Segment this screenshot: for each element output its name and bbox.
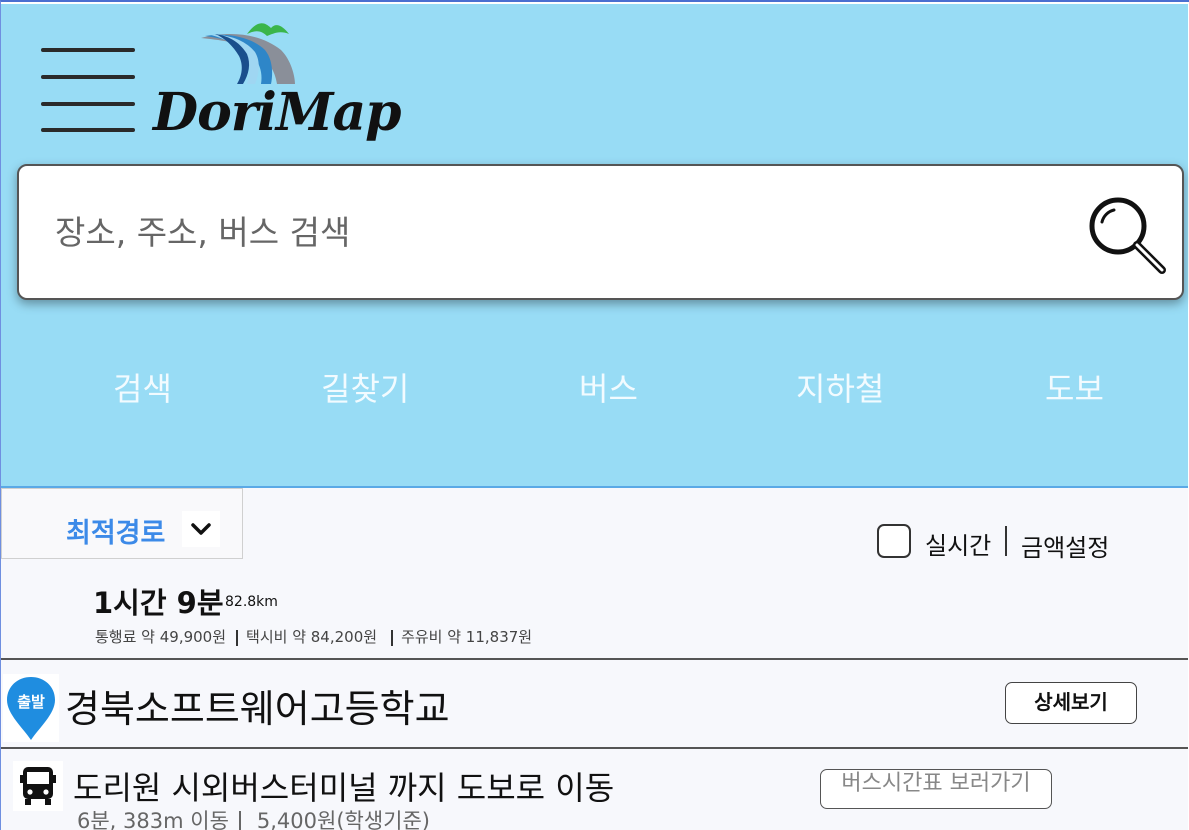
route-duration: 1시간 9분	[93, 586, 224, 620]
step-price: 5,400원(학생기준)	[256, 809, 430, 830]
route-distance: 82.8km	[225, 594, 278, 610]
route-fees: 통행료 약 49,900원 택시비 약 84,200원 주유비 약 11,837원	[95, 626, 532, 647]
start-name: 경북소프트웨어고등학교	[65, 687, 450, 731]
detail-view-button[interactable]: 상세보기	[1005, 682, 1137, 724]
tab-search[interactable]: 검색	[113, 364, 172, 410]
logo-text: DoriMap	[153, 82, 402, 143]
start-pin-icon: 출발	[3, 674, 59, 742]
tab-bus[interactable]: 버스	[579, 364, 638, 410]
search-icon[interactable]	[1084, 192, 1168, 276]
header: DoriMap 검색 길찾기 버스 지하철 도보	[1, 4, 1188, 488]
tab-walk[interactable]: 도보	[1045, 364, 1104, 410]
step-details: 6분, 383m 이동 5,400원(학생기준)	[77, 805, 430, 830]
realtime-options: 실시간 금액설정	[877, 524, 1177, 564]
realtime-checkbox[interactable]	[877, 524, 911, 558]
bus-icon	[13, 761, 63, 811]
route-panel: 최적경로 실시간 금액설정 1시간 9분 82.8km 통행료 약 49,900…	[1, 488, 1188, 830]
amount-setting-link[interactable]: 금액설정	[1021, 528, 1109, 563]
bus-timetable-button[interactable]: 버스시간표 보러가기	[820, 769, 1052, 809]
tab-directions[interactable]: 길찾기	[321, 364, 409, 410]
realtime-label: 실시간	[925, 532, 992, 560]
taxi-fee: 택시비 약 84,200원	[246, 628, 378, 646]
route-type-label: 최적경로	[66, 518, 166, 549]
search-box	[17, 164, 1184, 300]
fuel-fee: 주유비 약 11,837원	[401, 628, 533, 646]
road-logo-icon	[201, 23, 295, 84]
search-input[interactable]	[55, 202, 1035, 262]
menu-icon[interactable]	[41, 48, 135, 134]
svg-text:출발: 출발	[17, 693, 45, 711]
chevron-down-icon	[182, 511, 220, 547]
app-frame: DoriMap 검색 길찾기 버스 지하철 도보 최적경로	[0, 0, 1189, 830]
route-step-row: 도리원 시외버스터미널 까지 도보로 이동 6분, 383m 이동 5,400원(…	[1, 749, 1188, 830]
tab-subway[interactable]: 지하철	[796, 364, 884, 410]
nav-tabs: 검색 길찾기 버스 지하철 도보	[1, 364, 1188, 424]
step-title: 도리원 시외버스터미널 까지 도보로 이동	[73, 769, 615, 807]
logo[interactable]: DoriMap	[153, 20, 402, 152]
step-time-distance: 6분, 383m 이동	[77, 809, 229, 830]
route-type-dropdown[interactable]: 최적경로	[1, 488, 243, 559]
start-point-row: 출발 경북소프트웨어고등학교 상세보기	[1, 660, 1188, 747]
toll-fee: 통행료 약 49,900원	[95, 628, 227, 646]
divider	[1005, 526, 1007, 556]
